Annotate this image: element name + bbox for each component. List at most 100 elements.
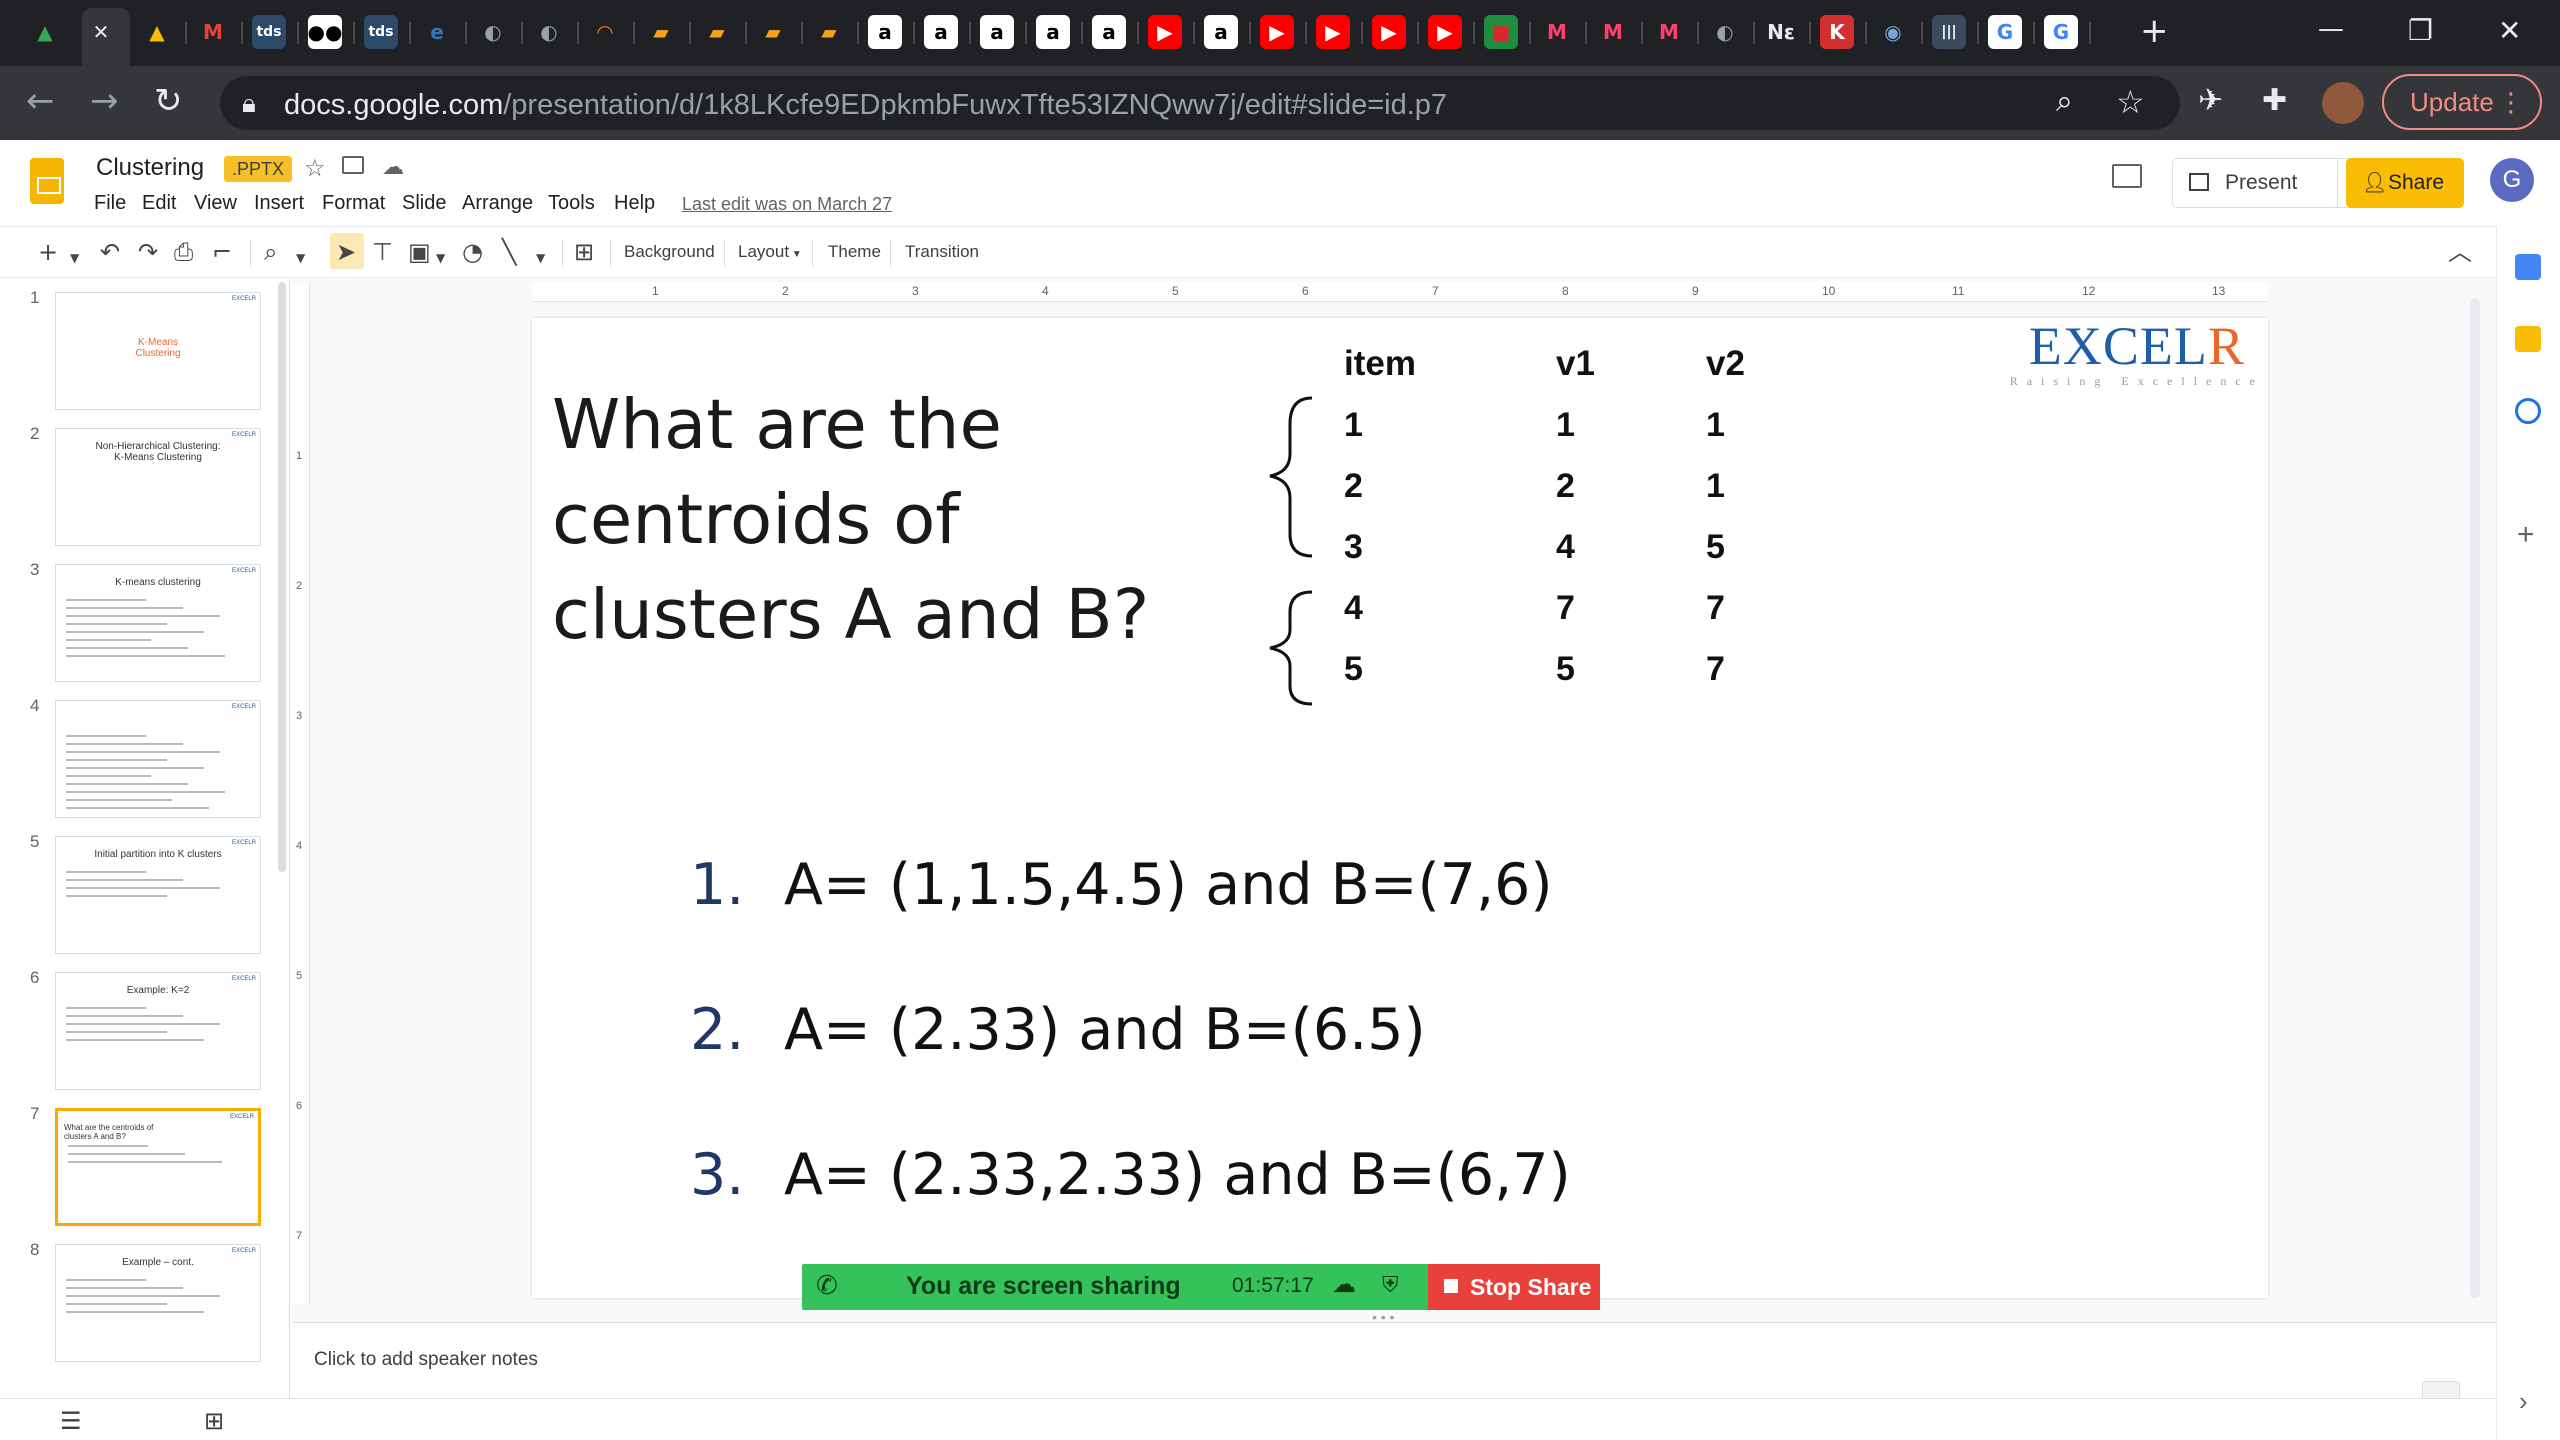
google-icon[interactable]: G (1988, 15, 2022, 49)
slides-logo-icon[interactable] (30, 158, 64, 204)
cloud-status-icon[interactable]: ☁ (382, 154, 404, 180)
editor-scrollbar[interactable] (2470, 298, 2480, 1298)
calendar-icon[interactable] (2515, 254, 2541, 280)
slide-thumbnail[interactable]: EXCELR Initial partition into K clusters (55, 836, 261, 954)
book-icon[interactable]: ▰ (812, 15, 846, 49)
google-drive-icon[interactable]: ▲ (140, 15, 174, 49)
restore-button[interactable]: ❐ (2408, 14, 2433, 48)
medium-icon[interactable]: ●● (308, 15, 342, 49)
image-dropdown-icon[interactable]: ▼ (436, 245, 445, 271)
globe-icon[interactable]: ◐ (532, 15, 566, 49)
select-arrow-icon[interactable]: ➤ (336, 239, 356, 265)
screen-share-bar[interactable]: ✆ You are screen sharing 01:57:17 ☁ ⛨ St… (802, 1264, 1600, 1310)
document-title[interactable]: Clustering (96, 154, 204, 182)
close-window-button[interactable]: ✕ (2498, 14, 2521, 48)
slide-thumbnail[interactable]: EXCELR What are the centroids of clusters… (55, 1108, 261, 1226)
shape-icon[interactable]: ◔ (462, 239, 483, 265)
new-tab-button[interactable]: + (2140, 14, 2169, 48)
menu-view[interactable]: View (194, 192, 237, 215)
tds-icon[interactable]: tds (252, 15, 286, 49)
print-icon[interactable]: ⎙ (174, 239, 193, 265)
forward-icon[interactable]: → (90, 84, 119, 118)
keep-icon[interactable] (2515, 326, 2541, 352)
zoom-dropdown-icon[interactable]: ▼ (296, 245, 305, 271)
slide-thumbnail[interactable]: EXCELR K-means clustering (55, 564, 261, 682)
undo-icon[interactable]: ↶ (100, 239, 120, 265)
theme-button[interactable]: Theme (828, 242, 881, 262)
add-addon-icon[interactable]: + (2517, 518, 2535, 552)
grid-view-icon[interactable]: ⊞ (204, 1407, 224, 1436)
youtube-icon[interactable]: ▶ (1316, 15, 1350, 49)
slide-canvas[interactable]: What are the centroids of clusters A and… (532, 318, 2268, 1298)
redo-icon[interactable]: ↷ (138, 239, 158, 265)
youtube-icon[interactable]: ▶ (1148, 15, 1182, 49)
myntra-icon[interactable]: M (1540, 15, 1574, 49)
tab-text-icon[interactable]: Nε (1764, 15, 1798, 49)
update-button[interactable]: Update ⋮ (2382, 74, 2542, 130)
share-button[interactable]: 👤︎ Share (2346, 158, 2464, 208)
menu-help[interactable]: Help (614, 192, 655, 215)
myntra-icon[interactable]: M (1652, 15, 1686, 49)
amazon-icon[interactable]: a (868, 15, 902, 49)
new-slide-dropdown-icon[interactable]: ▼ (70, 245, 79, 271)
zoom-icon[interactable]: ⌕ (2056, 85, 2073, 119)
extension-icon[interactable]: ✈ (2198, 84, 2223, 118)
myntra-icon[interactable]: M (1596, 15, 1630, 49)
loading-icon[interactable]: ◠ (588, 15, 622, 49)
notes-resize-handle[interactable]: • • • (1372, 1309, 1394, 1325)
close-tab-icon[interactable]: ✕ (84, 15, 118, 49)
line-dropdown-icon[interactable]: ▼ (536, 245, 545, 271)
globe-icon[interactable]: ◐ (476, 15, 510, 49)
menu-tools[interactable]: Tools (548, 192, 595, 215)
gmail-icon[interactable]: M (196, 15, 230, 49)
minimize-button[interactable]: — (2318, 12, 2344, 46)
menu-file[interactable]: File (94, 192, 126, 215)
background-button[interactable]: Background (624, 242, 715, 262)
tds-icon[interactable]: tds (364, 15, 398, 49)
slide-thumbnail[interactable]: EXCELR (55, 700, 261, 818)
amazon-icon[interactable]: a (1092, 15, 1126, 49)
amazon-icon[interactable]: a (924, 15, 958, 49)
menu-slide[interactable]: Slide (402, 192, 446, 215)
image-icon[interactable]: ▣ (408, 239, 431, 265)
expand-panel-icon[interactable]: › (2519, 1386, 2528, 1417)
back-icon[interactable]: ← (26, 84, 55, 118)
paint-format-icon[interactable]: ⌐ (212, 239, 232, 265)
stop-share-button[interactable]: Stop Share (1428, 1264, 1600, 1310)
add-comment-icon[interactable]: ⊞ (574, 239, 594, 265)
slide-thumbnail[interactable]: EXCELR K-Means Clustering (55, 292, 261, 410)
tasks-icon[interactable] (2515, 398, 2541, 424)
last-edit-link[interactable]: Last edit was on March 27 (682, 194, 892, 215)
book-icon[interactable]: ▰ (644, 15, 678, 49)
menu-format[interactable]: Format (322, 192, 385, 215)
account-avatar[interactable]: G (2490, 158, 2534, 202)
edge-icon[interactable]: e (420, 15, 454, 49)
profile-avatar[interactable] (2322, 82, 2364, 124)
transition-button[interactable]: Transition (905, 242, 979, 262)
slide-question-text[interactable]: What are the centroids of clusters A and… (552, 378, 1172, 663)
answer-option[interactable]: 3. A= (2.33,2.33) and B=(6,7) (690, 1142, 1571, 1208)
bookmark-star-icon[interactable]: ☆ (2116, 85, 2145, 119)
amazon-icon[interactable]: a (980, 15, 1014, 49)
youtube-icon[interactable]: ▶ (1260, 15, 1294, 49)
menu-edit[interactable]: Edit (142, 192, 176, 215)
slide-thumbnail[interactable]: EXCELR Non-Hierarchical Clustering: K-Mea… (55, 428, 261, 546)
menu-arrange[interactable]: Arrange (462, 192, 533, 215)
youtube-icon[interactable]: ▶ (1372, 15, 1406, 49)
filmstrip-scrollbar[interactable] (278, 282, 286, 872)
amazon-icon[interactable]: a (1204, 15, 1238, 49)
move-folder-icon[interactable] (342, 156, 364, 174)
speaker-notes[interactable]: • • • Click to add speaker notes (292, 1309, 2496, 1419)
reload-icon[interactable]: ↻ (154, 84, 183, 118)
k-icon[interactable]: K (1820, 15, 1854, 49)
answer-option[interactable]: 1. A= (1,1.5,4.5) and B=(7,6) (690, 852, 1553, 918)
globe-icon[interactable]: ◐ (1708, 15, 1742, 49)
google-icon[interactable]: G (2044, 15, 2078, 49)
horizontal-ruler[interactable]: 1 2 3 4 5 6 7 8 9 10 11 12 13 (532, 282, 2268, 302)
flag-icon[interactable]: ■ (1484, 15, 1518, 49)
book-icon[interactable]: ▰ (700, 15, 734, 49)
menu-insert[interactable]: Insert (254, 192, 304, 215)
url-text[interactable]: docs.google.com/presentation/d/1k8LKcfe9… (284, 89, 1447, 122)
google-drive-icon[interactable]: ▲ (28, 15, 62, 49)
new-slide-icon[interactable]: + (38, 239, 58, 265)
